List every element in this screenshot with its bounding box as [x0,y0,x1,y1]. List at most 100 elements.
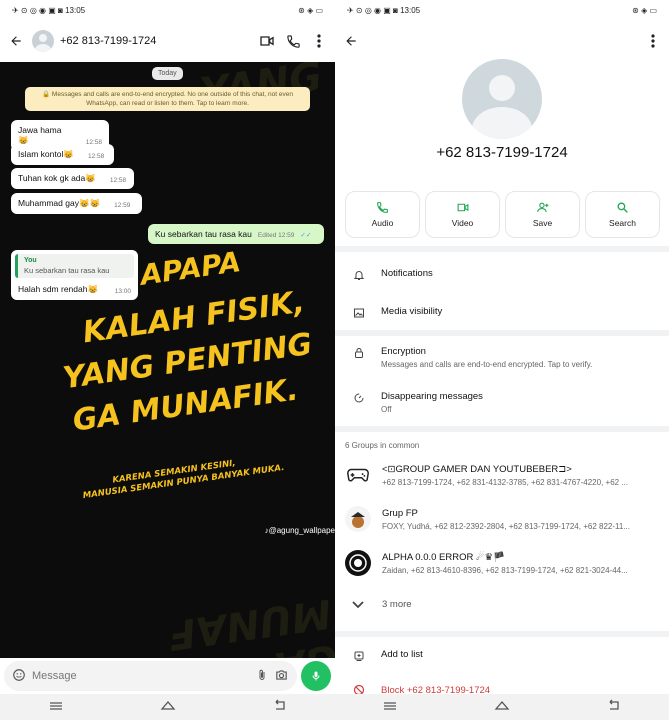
nav-bar [335,694,669,720]
list-add-icon [354,651,364,661]
message-input[interactable]: Message [32,670,250,682]
status-left: ✈ ⊙ ◎ ◉ ▣ ◙ 13:05 [12,5,86,15]
message-text: Ku sebarkan tau rasa kau [155,229,252,239]
status-right-icons: ⊛ ◈ ▭ [298,5,323,15]
menu-nav-icon[interactable] [49,698,63,716]
contact-info-screen: ✈ ⊙ ◎ ◉ ▣ ◙ 13:05 ⊛ ◈ ▭ +62 813-7199-172… [335,0,669,720]
quick-actions: Audio Video Save Search [345,191,660,238]
divider [335,426,669,432]
message-text: Tuhan kok gk ada😸 [18,173,96,183]
message-text: Islam kontol😸 [18,149,74,159]
search-button[interactable]: Search [585,191,660,238]
search-label: Search [609,218,636,228]
save-button[interactable]: Save [505,191,580,238]
encryption-label: Encryption [381,346,426,357]
group-name: ALPHA 0.0.0 ERROR ☄♛🏴 [382,551,505,563]
video-label: Video [451,218,474,228]
more-options-icon[interactable] [309,31,329,51]
media-visibility-label: Media visibility [381,306,443,317]
day-chip: Today [152,67,183,80]
sticker-icon[interactable] [12,668,26,685]
contact-name[interactable]: +62 813-7199-1724 [60,35,251,47]
bell-icon [353,271,365,280]
chat-screen: ✈ ⊙ ◎ ◉ ▣ ◙ 13:05 ⊛ ◈ ▭ +62 813-7199-172… [0,0,335,720]
group-avatar [345,550,371,576]
mic-icon [312,671,320,681]
message-text: Halah sdm rendah😸 [18,284,99,294]
chat-header: +62 813-7199-1724 [0,20,335,62]
status-bar: ✈ ⊙ ◎ ◉ ▣ ◙ 13:05 ⊛ ◈ ▭ [335,0,669,20]
message-input-box[interactable]: Message [4,661,297,691]
menu-nav-icon[interactable] [383,698,397,716]
back-nav-icon[interactable] [273,698,287,716]
message-time: 12:59 [114,202,131,209]
timer-icon [354,393,364,403]
quote-text: Ku sebarkan tau rasa kau [24,266,110,275]
mic-button[interactable] [301,661,331,691]
group-item[interactable]: Grup FP FOXY, Yudhá, +62 812-2392-2804, … [335,506,669,532]
group-item[interactable]: ALPHA 0.0.0 ERROR ☄♛🏴 Zaidan, +62 813-46… [335,550,669,576]
video-button[interactable]: Video [425,191,500,238]
back-arrow-icon[interactable] [6,31,26,51]
add-to-list-row[interactable]: Add to list [335,649,669,662]
video-icon [457,203,468,212]
chevron-down-icon [352,600,364,608]
gamepad-icon [345,462,371,488]
quoted-message[interactable]: You Ku sebarkan tau rasa kau [15,254,134,278]
camera-icon[interactable] [274,668,289,685]
group-members: +62 813-7199-1724, +62 831-4132-3785, +6… [382,477,628,487]
lock-icon [355,348,363,358]
reply-message[interactable]: You Ku sebarkan tau rasa kau Halah sdm r… [11,250,138,300]
group-members: FOXY, Yudhá, +62 812-2392-2804, +62 813-… [382,521,630,531]
audio-button[interactable]: Audio [345,191,420,238]
phone-icon [377,202,388,213]
video-call-icon[interactable] [257,31,277,51]
message-time: Edited 12:59 [257,232,295,239]
notifications-row[interactable]: Notifications [335,268,669,281]
nav-bar [0,694,335,720]
group-members: Zaidan, +62 813-4610-8396, +62 813-7199-… [382,565,628,575]
profile-photo[interactable] [462,59,542,139]
contact-info-header [335,20,669,62]
status-time: 13:05 [400,5,421,15]
disappearing-messages-row[interactable]: Disappearing messages Off [335,391,669,414]
read-ticks-icon: ✓✓ [300,232,312,239]
quote-author: You [24,257,37,264]
outgoing-message[interactable]: Ku sebarkan tau rasa kau Edited 12:59 ✓✓ [148,224,324,244]
message-time: 12:58 [109,177,127,184]
save-label: Save [532,218,553,228]
back-arrow-icon[interactable] [341,31,361,51]
groups-in-common-header: 6 Groups in common [345,441,420,450]
group-item[interactable]: <⊡GROUP GAMER DAN YOUTUBEBER⊐> +62 813-7… [335,462,669,488]
chat-area[interactable]: YANG GA MUNAF APAPA KALAH FISIK, YANG PE… [0,62,335,658]
wallpaper-bg-text-bottom: GA MUNAF [165,589,335,658]
home-nav-icon[interactable] [494,698,510,716]
message-bubble[interactable]: Muhammad gay😸😸 12:59 [11,193,142,214]
add-person-icon [536,202,548,212]
more-label: 3 more [382,599,412,610]
back-nav-icon[interactable] [607,698,621,716]
disappearing-sub: Off [381,405,392,414]
message-bubble[interactable]: Tuhan kok gk ada😸 12:58 [11,168,134,189]
encryption-row[interactable]: Encryption Messages and calls are end-to… [335,346,669,369]
message-bubble[interactable]: Islam kontol😸 12:58 [11,144,114,165]
more-groups-button[interactable]: 3 more [352,599,412,610]
encryption-notice[interactable]: 🔒 Messages and calls are end-to-end encr… [25,87,310,111]
media-visibility-row[interactable]: Media visibility [335,306,669,319]
group-avatar [345,506,371,532]
home-nav-icon[interactable] [160,698,176,716]
divider [335,246,669,252]
status-bar: ✈ ⊙ ◎ ◉ ▣ ◙ 13:05 ⊛ ◈ ▭ [0,0,335,20]
contact-avatar[interactable] [32,30,54,52]
encryption-sub: Messages and calls are end-to-end encryp… [381,360,593,369]
voice-call-icon[interactable] [283,31,303,51]
message-text: Jawa hama😸 [18,125,62,145]
search-icon [617,202,628,213]
more-options-icon[interactable] [643,31,663,51]
group-name: <⊡GROUP GAMER DAN YOUTUBEBER⊐> [382,463,572,475]
status-left: ✈ ⊙ ◎ ◉ ▣ ◙ 13:05 [347,5,421,15]
message-time: 13:00 [114,288,131,295]
group-name: Grup FP [382,507,418,519]
wallpaper-watermark: ♪@agung_wallpape [264,526,335,535]
attach-icon[interactable] [256,668,268,685]
